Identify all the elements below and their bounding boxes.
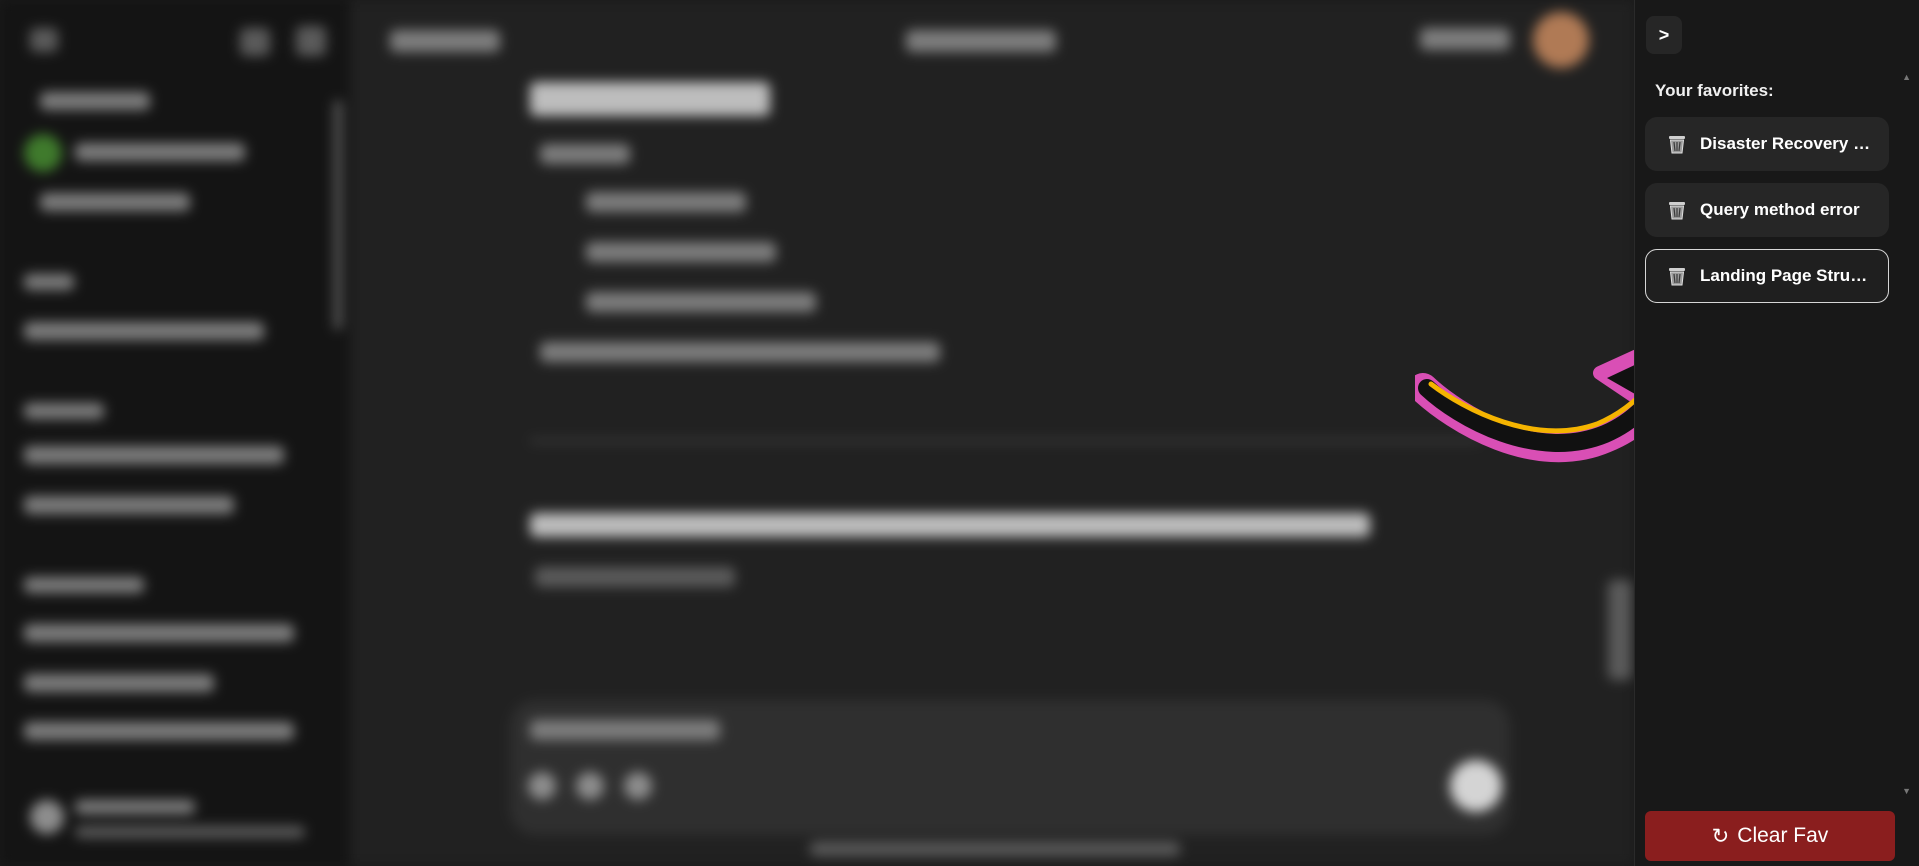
trash-icon[interactable] [1666,133,1688,155]
favorite-item-active[interactable]: Landing Page Structure [1645,249,1889,303]
scroll-up-icon[interactable]: ▲ [1902,72,1911,82]
favorite-item[interactable]: Query method error [1645,183,1889,237]
favorite-item-label: Landing Page Structure [1700,266,1876,285]
clear-favorites-label: Clear Fav [1737,824,1829,847]
refresh-icon: ↻ [1711,824,1730,848]
favorite-item-label: Disaster Recovery Plan [1700,134,1876,153]
clear-favorites-button[interactable]: ↻ Clear Fav [1645,811,1895,861]
favorite-item-label: Query method error [1700,200,1860,219]
trash-icon[interactable] [1666,199,1688,221]
favorites-list: Disaster Recovery Plan Query method erro… [1645,117,1889,315]
trash-icon[interactable] [1666,265,1688,287]
scroll-down-icon[interactable]: ▼ [1902,786,1911,796]
favorite-item[interactable]: Disaster Recovery Plan [1645,117,1889,171]
favorites-panel: > ▲ Your favorites: Disaster Recovery Pl… [1634,0,1919,866]
favorites-title: Your favorites: [1655,81,1774,100]
blurred-background-app [0,0,1634,866]
collapse-panel-button[interactable]: > [1646,16,1682,54]
blurred-sidebar [0,0,350,866]
